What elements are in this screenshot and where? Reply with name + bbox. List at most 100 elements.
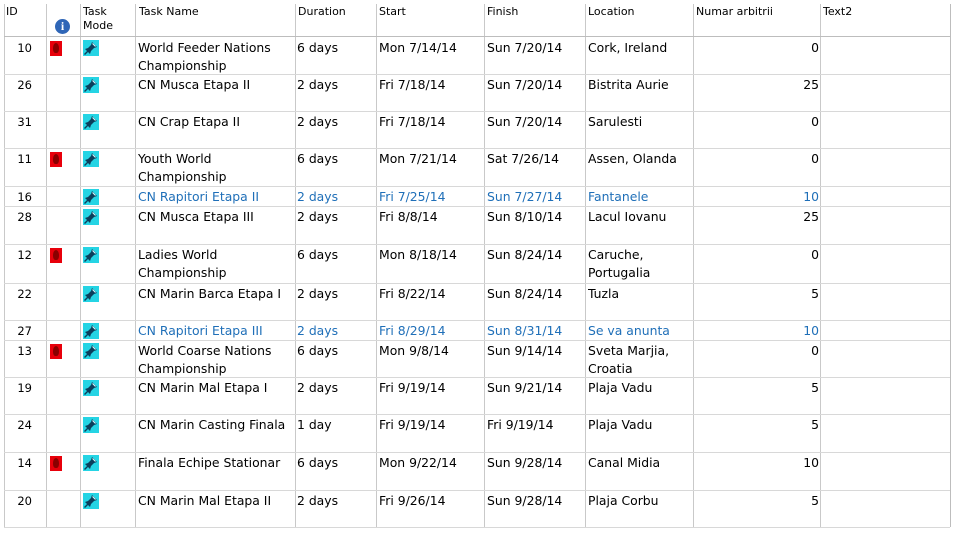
task-mode-pin-icon[interactable] <box>83 247 99 263</box>
start-cell[interactable]: Fri 7/18/14 <box>379 76 482 94</box>
duration-cell[interactable]: 2 days <box>297 188 373 206</box>
indicator-icon[interactable] <box>50 248 62 263</box>
task-mode-pin-icon[interactable] <box>83 417 99 433</box>
finish-cell[interactable]: Sat 7/26/14 <box>487 150 583 168</box>
start-cell[interactable]: Fri 8/22/14 <box>379 285 482 303</box>
indicator-icon[interactable] <box>50 152 62 167</box>
duration-cell[interactable]: 2 days <box>297 113 373 131</box>
task-mode-pin-icon[interactable] <box>83 455 99 471</box>
start-cell[interactable]: Mon 9/22/14 <box>379 454 482 472</box>
numar-arbitrii-cell[interactable]: 10 <box>696 188 819 206</box>
task-name-cell[interactable]: World Feeder Nations Championship <box>138 39 293 75</box>
numar-arbitrii-cell[interactable]: 25 <box>696 208 819 226</box>
header-finish[interactable]: Finish <box>487 5 582 19</box>
task-name-cell[interactable]: Finala Echipe Stationar <box>138 454 293 472</box>
task-name-cell[interactable]: CN Crap Etapa II <box>138 113 293 131</box>
location-cell[interactable]: Plaja Corbu <box>588 492 691 510</box>
task-mode-pin-icon[interactable] <box>83 189 99 205</box>
numar-arbitrii-cell[interactable]: 5 <box>696 492 819 510</box>
task-name-cell[interactable]: Ladies World Championship <box>138 246 293 282</box>
task-name-cell[interactable]: CN Marin Mal Etapa I <box>138 379 293 397</box>
location-cell[interactable]: Sarulesti <box>588 113 691 131</box>
duration-cell[interactable]: 6 days <box>297 150 373 168</box>
numar-arbitrii-cell[interactable]: 5 <box>696 285 819 303</box>
start-cell[interactable]: Mon 7/21/14 <box>379 150 482 168</box>
finish-cell[interactable]: Sun 9/21/14 <box>487 379 583 397</box>
duration-cell[interactable]: 2 days <box>297 208 373 226</box>
numar-arbitrii-cell[interactable]: 0 <box>696 342 819 360</box>
duration-cell[interactable]: 6 days <box>297 454 373 472</box>
info-icon[interactable]: i <box>55 19 70 34</box>
duration-cell[interactable]: 6 days <box>297 246 373 264</box>
start-cell[interactable]: Fri 8/29/14 <box>379 322 482 340</box>
indicator-icon[interactable] <box>50 41 62 56</box>
duration-cell[interactable]: 2 days <box>297 492 373 510</box>
numar-arbitrii-cell[interactable]: 5 <box>696 416 819 434</box>
start-cell[interactable]: Fri 7/18/14 <box>379 113 482 131</box>
task-mode-pin-icon[interactable] <box>83 343 99 359</box>
numar-arbitrii-cell[interactable]: 5 <box>696 379 819 397</box>
finish-cell[interactable]: Sun 8/24/14 <box>487 246 583 264</box>
finish-cell[interactable]: Fri 9/19/14 <box>487 416 583 434</box>
finish-cell[interactable]: Sun 9/28/14 <box>487 454 583 472</box>
duration-cell[interactable]: 1 day <box>297 416 373 434</box>
location-cell[interactable]: Cork, Ireland <box>588 39 691 57</box>
task-name-cell[interactable]: CN Marin Casting Finala <box>138 416 293 434</box>
numar-arbitrii-cell[interactable]: 0 <box>696 246 819 264</box>
location-cell[interactable]: Bistrita Aurie <box>588 76 691 94</box>
task-name-cell[interactable]: CN Marin Barca Etapa I <box>138 285 293 303</box>
duration-cell[interactable]: 6 days <box>297 342 373 360</box>
duration-cell[interactable]: 2 days <box>297 379 373 397</box>
task-mode-pin-icon[interactable] <box>83 40 99 56</box>
header-duration[interactable]: Duration <box>298 5 373 19</box>
task-name-cell[interactable]: CN Rapitori Etapa III <box>138 322 293 340</box>
start-cell[interactable]: Fri 8/8/14 <box>379 208 482 226</box>
task-mode-pin-icon[interactable] <box>83 114 99 130</box>
finish-cell[interactable]: Sun 7/20/14 <box>487 113 583 131</box>
header-text2[interactable]: Text2 <box>823 5 943 19</box>
start-cell[interactable]: Mon 7/14/14 <box>379 39 482 57</box>
location-cell[interactable]: Sveta Marjia, Croatia <box>588 342 691 378</box>
numar-arbitrii-cell[interactable]: 0 <box>696 39 819 57</box>
duration-cell[interactable]: 6 days <box>297 39 373 57</box>
header-task-name[interactable]: Task Name <box>139 5 289 19</box>
numar-arbitrii-cell[interactable]: 0 <box>696 113 819 131</box>
finish-cell[interactable]: Sun 7/27/14 <box>487 188 583 206</box>
finish-cell[interactable]: Sun 8/24/14 <box>487 285 583 303</box>
location-cell[interactable]: Plaja Vadu <box>588 416 691 434</box>
task-mode-pin-icon[interactable] <box>83 209 99 225</box>
start-cell[interactable]: Mon 9/8/14 <box>379 342 482 360</box>
numar-arbitrii-cell[interactable]: 10 <box>696 454 819 472</box>
location-cell[interactable]: Assen, Olanda <box>588 150 691 168</box>
task-name-cell[interactable]: CN Musca Etapa II <box>138 76 293 94</box>
duration-cell[interactable]: 2 days <box>297 285 373 303</box>
location-cell[interactable]: Plaja Vadu <box>588 379 691 397</box>
location-cell[interactable]: Se va anunta <box>588 322 691 340</box>
task-name-cell[interactable]: CN Marin Mal Etapa II <box>138 492 293 510</box>
indicator-icon[interactable] <box>50 456 62 471</box>
task-mode-pin-icon[interactable] <box>83 380 99 396</box>
start-cell[interactable]: Mon 8/18/14 <box>379 246 482 264</box>
task-name-cell[interactable]: World Coarse Nations Championship <box>138 342 293 378</box>
finish-cell[interactable]: Sun 7/20/14 <box>487 39 583 57</box>
header-id[interactable]: ID <box>6 5 46 19</box>
finish-cell[interactable]: Sun 9/14/14 <box>487 342 583 360</box>
start-cell[interactable]: Fri 7/25/14 <box>379 188 482 206</box>
finish-cell[interactable]: Sun 7/20/14 <box>487 76 583 94</box>
task-name-cell[interactable]: CN Musca Etapa III <box>138 208 293 226</box>
header-numar-arbitrii[interactable]: Numar arbitrii <box>696 5 816 19</box>
task-mode-pin-icon[interactable] <box>83 286 99 302</box>
finish-cell[interactable]: Sun 8/31/14 <box>487 322 583 340</box>
finish-cell[interactable]: Sun 8/10/14 <box>487 208 583 226</box>
location-cell[interactable]: Caruche, Portugalia <box>588 246 691 282</box>
duration-cell[interactable]: 2 days <box>297 76 373 94</box>
header-start[interactable]: Start <box>379 5 479 19</box>
task-name-cell[interactable]: Youth World Championship <box>138 150 293 186</box>
task-name-cell[interactable]: CN Rapitori Etapa II <box>138 188 293 206</box>
indicator-icon[interactable] <box>50 344 62 359</box>
location-cell[interactable]: Canal Midia <box>588 454 691 472</box>
location-cell[interactable]: Tuzla <box>588 285 691 303</box>
task-mode-pin-icon[interactable] <box>83 151 99 167</box>
task-mode-pin-icon[interactable] <box>83 323 99 339</box>
duration-cell[interactable]: 2 days <box>297 322 373 340</box>
